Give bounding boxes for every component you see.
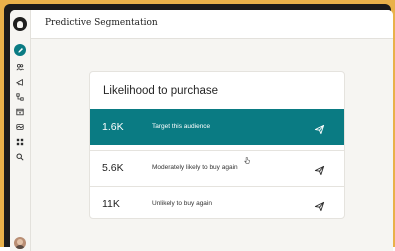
card-title: Likelihood to purchase <box>103 85 219 97</box>
content-icon[interactable] <box>16 123 24 131</box>
send-icon[interactable] <box>314 122 325 135</box>
search-icon[interactable] <box>16 153 24 161</box>
automation-icon[interactable] <box>16 93 24 101</box>
device-frame: Predictive Segmentation Likelihood to pu… <box>0 0 395 251</box>
sidebar <box>10 10 31 251</box>
segment-row-moderate[interactable]: 5.6K Moderately likely to buy again <box>90 150 344 186</box>
segment-row-target[interactable]: 1.6K Target this audience <box>90 109 344 145</box>
pencil-icon[interactable] <box>14 44 26 56</box>
segment-count: 1.6K <box>102 121 124 133</box>
pointer-cursor-icon <box>244 151 251 164</box>
segment-count: 5.6K <box>102 162 124 174</box>
segment-row-unlikely[interactable]: 11K Unlikely to buy again <box>90 186 344 222</box>
website-icon[interactable] <box>16 108 24 116</box>
segment-count: 11K <box>102 198 120 210</box>
audience-icon[interactable] <box>16 63 24 71</box>
app-screen: Predictive Segmentation Likelihood to pu… <box>10 10 393 251</box>
analytics-icon[interactable] <box>16 138 24 146</box>
campaign-icon[interactable] <box>16 78 24 86</box>
user-avatar[interactable] <box>14 237 26 249</box>
send-icon[interactable] <box>314 163 325 176</box>
top-bar: Predictive Segmentation <box>31 10 393 39</box>
segment-label: Target this audience <box>152 123 211 130</box>
likelihood-card: Likelihood to purchase 1.6K Target this … <box>89 71 345 219</box>
segment-label: Unlikely to buy again <box>152 200 212 207</box>
mailchimp-logo-icon[interactable] <box>13 17 27 31</box>
segment-label: Moderately likely to buy again <box>152 164 238 171</box>
send-icon[interactable] <box>314 199 325 212</box>
device-bezel: Predictive Segmentation Likelihood to pu… <box>4 4 393 251</box>
page-title: Predictive Segmentation <box>45 18 158 28</box>
